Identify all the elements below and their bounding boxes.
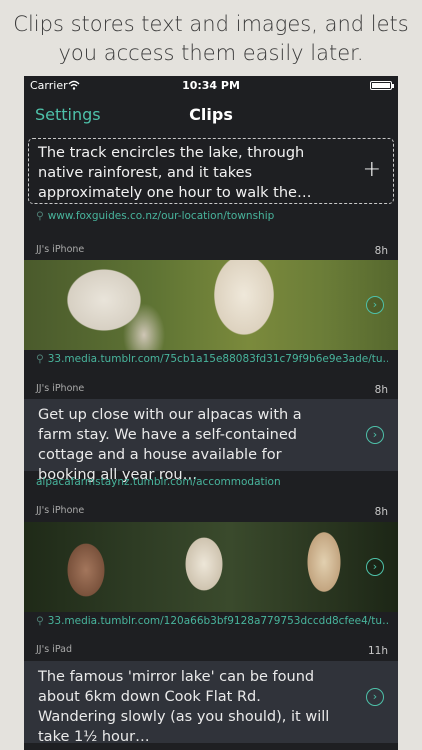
clip-device: JJ's iPhone — [36, 244, 85, 255]
clip-device: JJ's iPad — [36, 644, 72, 655]
nav-bar: Settings Clips — [24, 96, 398, 136]
clip-text: Get up close with our alpacas with a far… — [38, 407, 302, 483]
image-clip[interactable]: › — [24, 260, 398, 350]
clip-age: 11h — [367, 645, 388, 657]
status-bar: Carrier 10:34 PM — [24, 76, 398, 96]
image-clip[interactable]: › — [24, 522, 398, 612]
clip-age: 8h — [374, 506, 388, 518]
plus-icon[interactable]: + — [363, 159, 381, 181]
caption-line-2: you access them easily later. — [58, 41, 364, 65]
chevron-right-circle-icon[interactable]: › — [366, 426, 384, 444]
clip-device: JJ's iPhone — [36, 505, 85, 516]
link-icon: ⚲ — [36, 210, 44, 222]
link-icon: ⚲ — [36, 353, 44, 365]
chevron-right-circle-icon[interactable]: › — [366, 558, 384, 576]
link-text: 33.media.tumblr.com/75cb1a15e88083fd31c7… — [47, 353, 388, 365]
link-icon: ⚲ — [36, 615, 44, 627]
chevron-right-circle-icon[interactable]: › — [366, 688, 384, 706]
clip-age: 8h — [374, 245, 388, 257]
battery-icon — [370, 81, 394, 90]
clip-text: The famous 'mirror lake' can be found ab… — [38, 669, 330, 745]
image-clip-link[interactable]: ⚲ 33.media.tumblr.com/75cb1a15e88083fd31c… — [36, 353, 388, 365]
promo-caption: Clips stores text and images, and lets y… — [0, 10, 422, 68]
text-clip[interactable]: Get up close with our alpacas with a far… — [24, 399, 398, 483]
text-clip[interactable]: The famous 'mirror lake' can be found ab… — [24, 661, 398, 745]
chevron-right-circle-icon[interactable]: › — [366, 296, 384, 314]
image-clip-link[interactable]: ⚲ 33.media.tumblr.com/120a66b3bf9128a7797… — [36, 615, 388, 627]
clip-age: 8h — [374, 384, 388, 396]
new-clip-box[interactable]: The track encircles the lake, through na… — [28, 138, 394, 204]
text-clip-link[interactable]: alpacafarmstaynz.tumblr.com/accommodatio… — [36, 476, 388, 488]
status-time: 10:34 PM — [182, 79, 240, 92]
link-text: 33.media.tumblr.com/120a66b3bf9128a77975… — [47, 615, 388, 627]
clip-device: JJ's iPhone — [36, 383, 85, 394]
new-clip-text: The track encircles the lake, through na… — [38, 145, 312, 201]
phone-screen: Carrier 10:34 PM Settings Clips The trac… — [24, 76, 398, 750]
new-clip-link[interactable]: ⚲ www.foxguides.co.nz/our-location/townsh… — [36, 210, 388, 222]
link-text: www.foxguides.co.nz/our-location/townshi… — [47, 210, 275, 222]
link-text: alpacafarmstaynz.tumblr.com/accommodatio… — [36, 476, 281, 488]
caption-line-1: Clips stores text and images, and lets — [13, 12, 409, 36]
page-title: Clips — [189, 105, 233, 124]
